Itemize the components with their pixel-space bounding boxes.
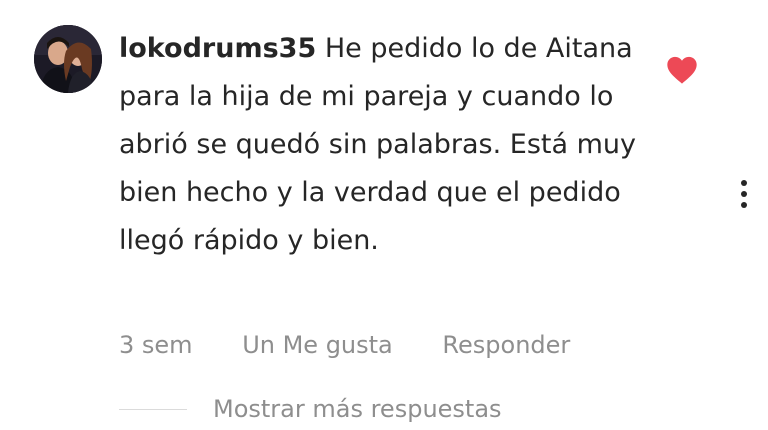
comment-meta: 3 sem Un Me gusta Responder <box>119 328 570 362</box>
show-more-replies-label[interactable]: Mostrar más respuestas <box>213 395 502 423</box>
comment-body: lokodrums35 He pedido lo de Aitana para … <box>119 25 664 265</box>
more-vertical-icon[interactable] <box>733 178 755 210</box>
replies-divider <box>119 408 187 410</box>
likes-count-link[interactable]: Un Me gusta <box>242 328 393 362</box>
reply-button[interactable]: Responder <box>442 328 570 362</box>
comment-username[interactable]: lokodrums35 <box>119 33 316 64</box>
comment-time: 3 sem <box>119 331 193 359</box>
avatar-photo <box>34 25 102 93</box>
avatar[interactable] <box>34 25 102 93</box>
show-more-replies[interactable]: Mostrar más respuestas <box>119 392 502 426</box>
heart-filled-icon[interactable] <box>666 55 698 85</box>
comment-text: He pedido lo de Aitana para la hija de m… <box>119 33 636 256</box>
